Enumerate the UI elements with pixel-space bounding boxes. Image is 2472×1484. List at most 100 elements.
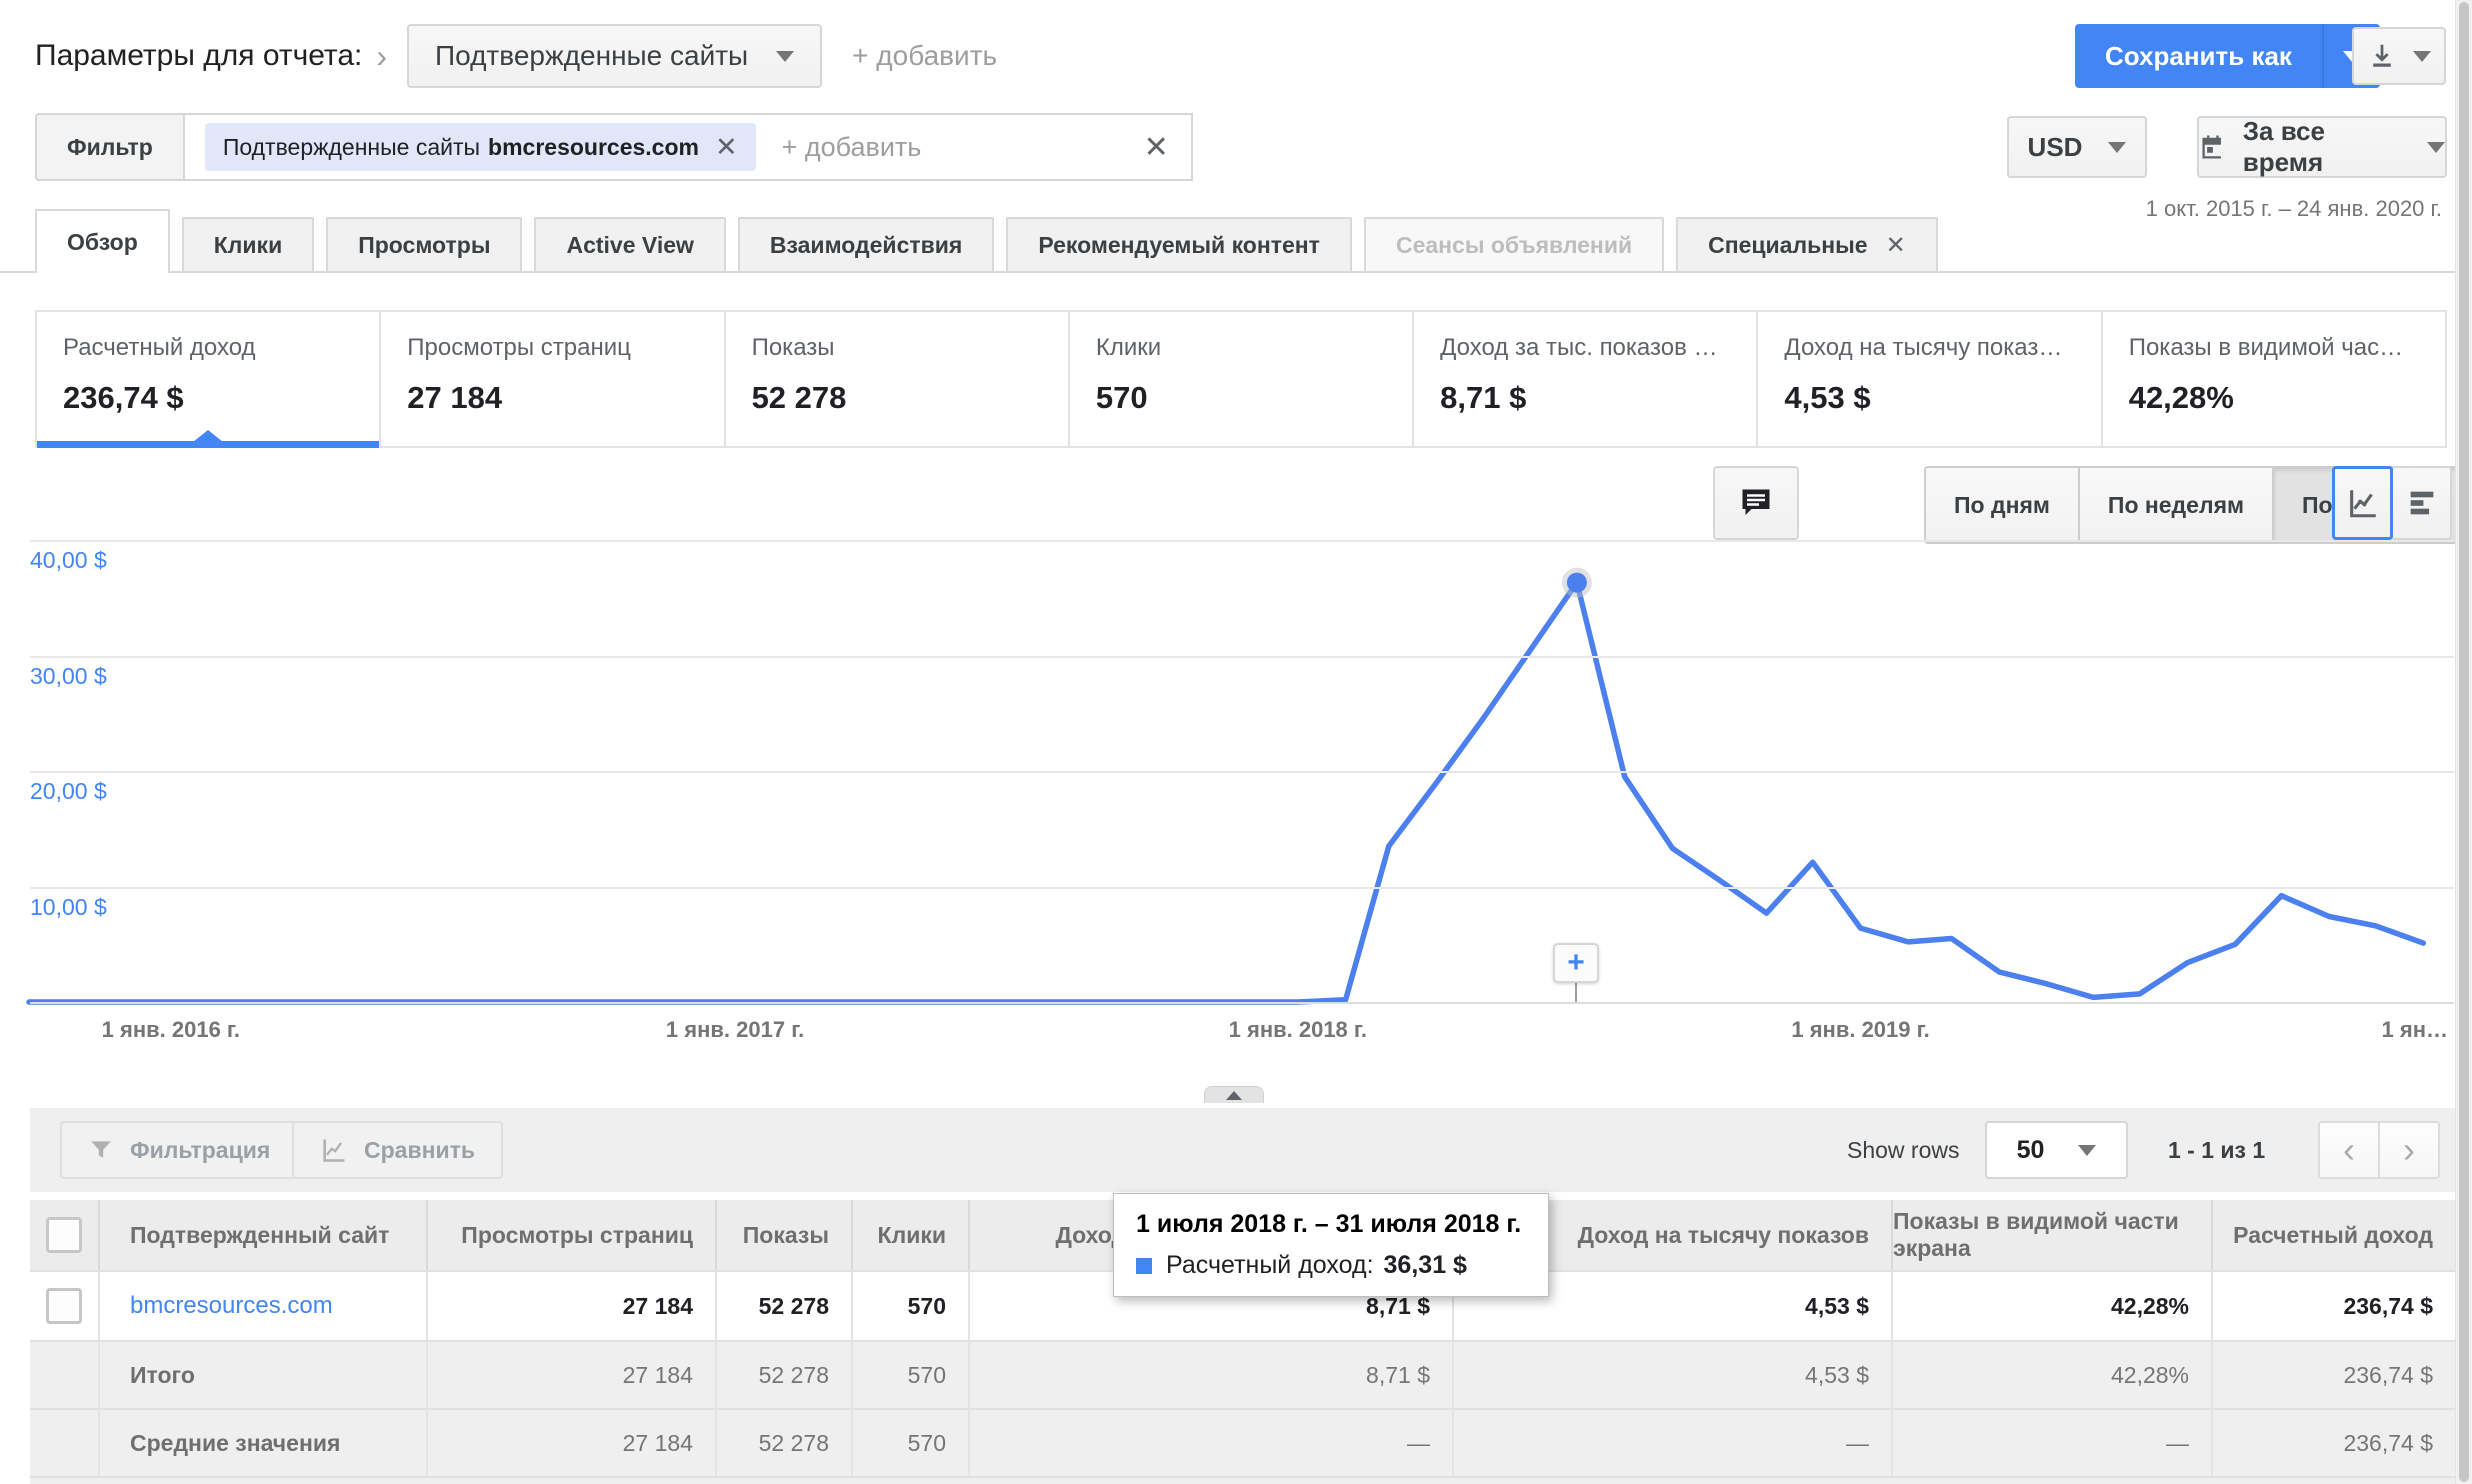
table-compare-button[interactable]: Сравнить [292, 1121, 504, 1179]
table-cell: 570 [853, 1410, 970, 1476]
tab-взаимодействия[interactable]: Взаимодействия [737, 217, 995, 273]
table-cell [30, 1342, 100, 1408]
tooltip-series-row: Расчетный доход: 36,31 $ [1136, 1251, 1526, 1280]
tab-клики[interactable]: Клики [181, 217, 315, 273]
compare-chart-icon [323, 1139, 345, 1162]
column-header-label[interactable]: Просмотры страниц [461, 1222, 693, 1249]
y-axis-tick-label: 10,00 $ [30, 893, 107, 920]
table-cell: 27 184 [428, 1272, 717, 1340]
column-header-label[interactable]: Расчетный доход [2233, 1222, 2433, 1249]
summary-card[interactable]: Доход за тыс. показов … 8,71 $ [1414, 312, 1759, 446]
tab-специальные[interactable]: Специальные ✕ [1676, 217, 1938, 273]
tab-label: Обзор [67, 228, 138, 255]
summary-card[interactable]: Показы в видимой час… 42,28% [2103, 312, 2447, 446]
tab-close-icon[interactable]: ✕ [1886, 231, 1906, 260]
line-chart-view-button[interactable] [2332, 466, 2393, 540]
granularity-segment[interactable]: По дням [1926, 468, 2080, 542]
table-cell: 52 278 [717, 1342, 853, 1408]
filter-add-placeholder[interactable]: + добавить [782, 132, 922, 163]
add-dimension-button[interactable]: + добавить [852, 40, 997, 72]
page-title: Параметры для отчета: [35, 39, 363, 72]
column-header-label[interactable]: Клики [878, 1222, 946, 1249]
row-checkbox[interactable] [46, 1288, 82, 1324]
table-cell: 236,74 $ [2343, 1361, 2433, 1388]
x-axis-tick-label: 1 ян… [2381, 1017, 2448, 1042]
summary-card[interactable]: Доход на тысячу показ… 4,53 $ [1758, 312, 2103, 446]
card-label: Доход за тыс. показов … [1440, 334, 1718, 361]
chevron-down-icon [2108, 141, 2127, 153]
table-row-total: Итого 27 184 52 278 570 8,71 $4,53 $42,28% 23… [30, 1340, 2455, 1408]
column-header-label[interactable]: Доход на тысячу показов [1578, 1222, 1869, 1249]
summary-card[interactable]: Просмотры страниц 27 184 [381, 312, 726, 446]
table-compare-label: Сравнить [364, 1136, 476, 1163]
active-card-notch [193, 430, 224, 442]
chart-gridline [30, 540, 2454, 542]
page-scrollbar[interactable] [2455, 0, 2472, 1484]
tab-label: Рекомендуемый контент [1038, 231, 1320, 258]
chart-gridline [30, 886, 2454, 889]
earnings-line-chart[interactable]: 1 июля 2018 г. – 31 июля 2018 г. Расчетн… [0, 540, 2472, 1297]
save-as-button[interactable]: Сохранить как [2075, 24, 2324, 88]
table-footer-strip [30, 1476, 2455, 1484]
column-header-label[interactable]: Показы в видимой части экрана [1893, 1208, 2189, 1262]
bar-chart-view-button[interactable] [2391, 466, 2452, 540]
table-cell: 236,74 $ [2343, 1429, 2433, 1456]
chip-close-icon[interactable]: ✕ [715, 132, 738, 163]
save-as-split-button: Сохранить как [2075, 24, 2380, 88]
pagination-controls: ‹ › [2318, 1121, 2440, 1179]
calendar-icon [2202, 135, 2221, 159]
table-cell: bmcresources.com [100, 1272, 428, 1340]
table-cell: 42,28% [1893, 1272, 2213, 1340]
card-value: 4,53 $ [1784, 380, 1871, 415]
date-range-text: 1 окт. 2015 г. – 24 янв. 2020 г. [2145, 196, 2442, 221]
tab-label: Взаимодействия [769, 231, 963, 258]
chevron-down-icon [2413, 50, 2431, 62]
export-button[interactable] [2352, 27, 2446, 85]
pagination-range: 1 - 1 из 1 [2168, 1136, 2266, 1163]
tooltip-series-label: Расчетный доход: [1166, 1251, 1374, 1279]
report-type-dropdown[interactable]: Подтвержденные сайты [407, 24, 823, 88]
tab-рекомендуемый-контент[interactable]: Рекомендуемый контент [1006, 217, 1352, 273]
comment-icon [1742, 489, 1770, 515]
currency-value: USD [2027, 131, 2083, 162]
select-all-checkbox[interactable] [46, 1217, 82, 1253]
tab-просмотры[interactable]: Просмотры [326, 217, 523, 273]
column-header-label[interactable]: Подтвержденный сайт [130, 1222, 389, 1249]
funnel-icon [91, 1141, 111, 1158]
summary-card[interactable]: Показы 52 278 [726, 312, 1070, 446]
chevron-down-icon [2427, 141, 2445, 153]
table-filter-button[interactable]: Фильтрация [60, 1121, 299, 1179]
card-value: 42,28% [2128, 380, 2234, 415]
report-type-label: Подтвержденные сайты [435, 40, 749, 71]
collapse-chart-button[interactable] [1204, 1086, 1264, 1103]
currency-dropdown[interactable]: USD [2007, 116, 2147, 178]
site-link[interactable]: bmcresources.com [130, 1292, 333, 1320]
table-toolbar: Фильтрация Сравнить Show rows 50 1 - 1 и… [30, 1108, 2455, 1192]
summary-card[interactable]: Расчетный доход 236,74 $ [37, 312, 382, 448]
next-page-button[interactable]: › [2378, 1121, 2440, 1179]
annotations-button[interactable] [1713, 466, 1799, 540]
show-rows-label: Show rows [1847, 1136, 1960, 1163]
chevron-down-icon [776, 50, 795, 62]
scrollbar-thumb[interactable] [2459, 2, 2469, 1482]
card-label: Расчетный доход [63, 334, 256, 361]
filter-chip[interactable]: Подтвержденные сайты bmcresources.com ✕ [204, 123, 756, 171]
tab-active-view[interactable]: Active View [534, 217, 726, 273]
column-header-label[interactable]: Показы [743, 1222, 829, 1249]
date-range-dropdown[interactable]: За все время [2197, 116, 2447, 178]
previous-page-button[interactable]: ‹ [2318, 1121, 2380, 1179]
table-cell: Средние значения [100, 1410, 428, 1476]
granularity-segment[interactable]: По неделям [2079, 468, 2274, 542]
filter-input[interactable]: Подтвержденные сайты bmcresources.com ✕ … [182, 113, 1193, 181]
add-annotation-marker[interactable]: + [1553, 943, 1599, 983]
rows-per-page-select[interactable]: 50 [1985, 1121, 2128, 1179]
x-axis-line [30, 1002, 2454, 1004]
bar-chart-icon [2410, 491, 2433, 515]
filter-clear-icon[interactable]: ✕ [1144, 130, 1169, 165]
column-header: Расчетный доход [2213, 1200, 2455, 1270]
chevron-down-icon [2078, 1144, 2097, 1156]
tab-label: Сеансы объявлений [1395, 231, 1633, 258]
summary-card[interactable]: Клики 570 [1070, 312, 1415, 446]
table-cell: 8,71 $ [970, 1342, 1454, 1408]
tab-обзор[interactable]: Обзор [35, 209, 170, 273]
